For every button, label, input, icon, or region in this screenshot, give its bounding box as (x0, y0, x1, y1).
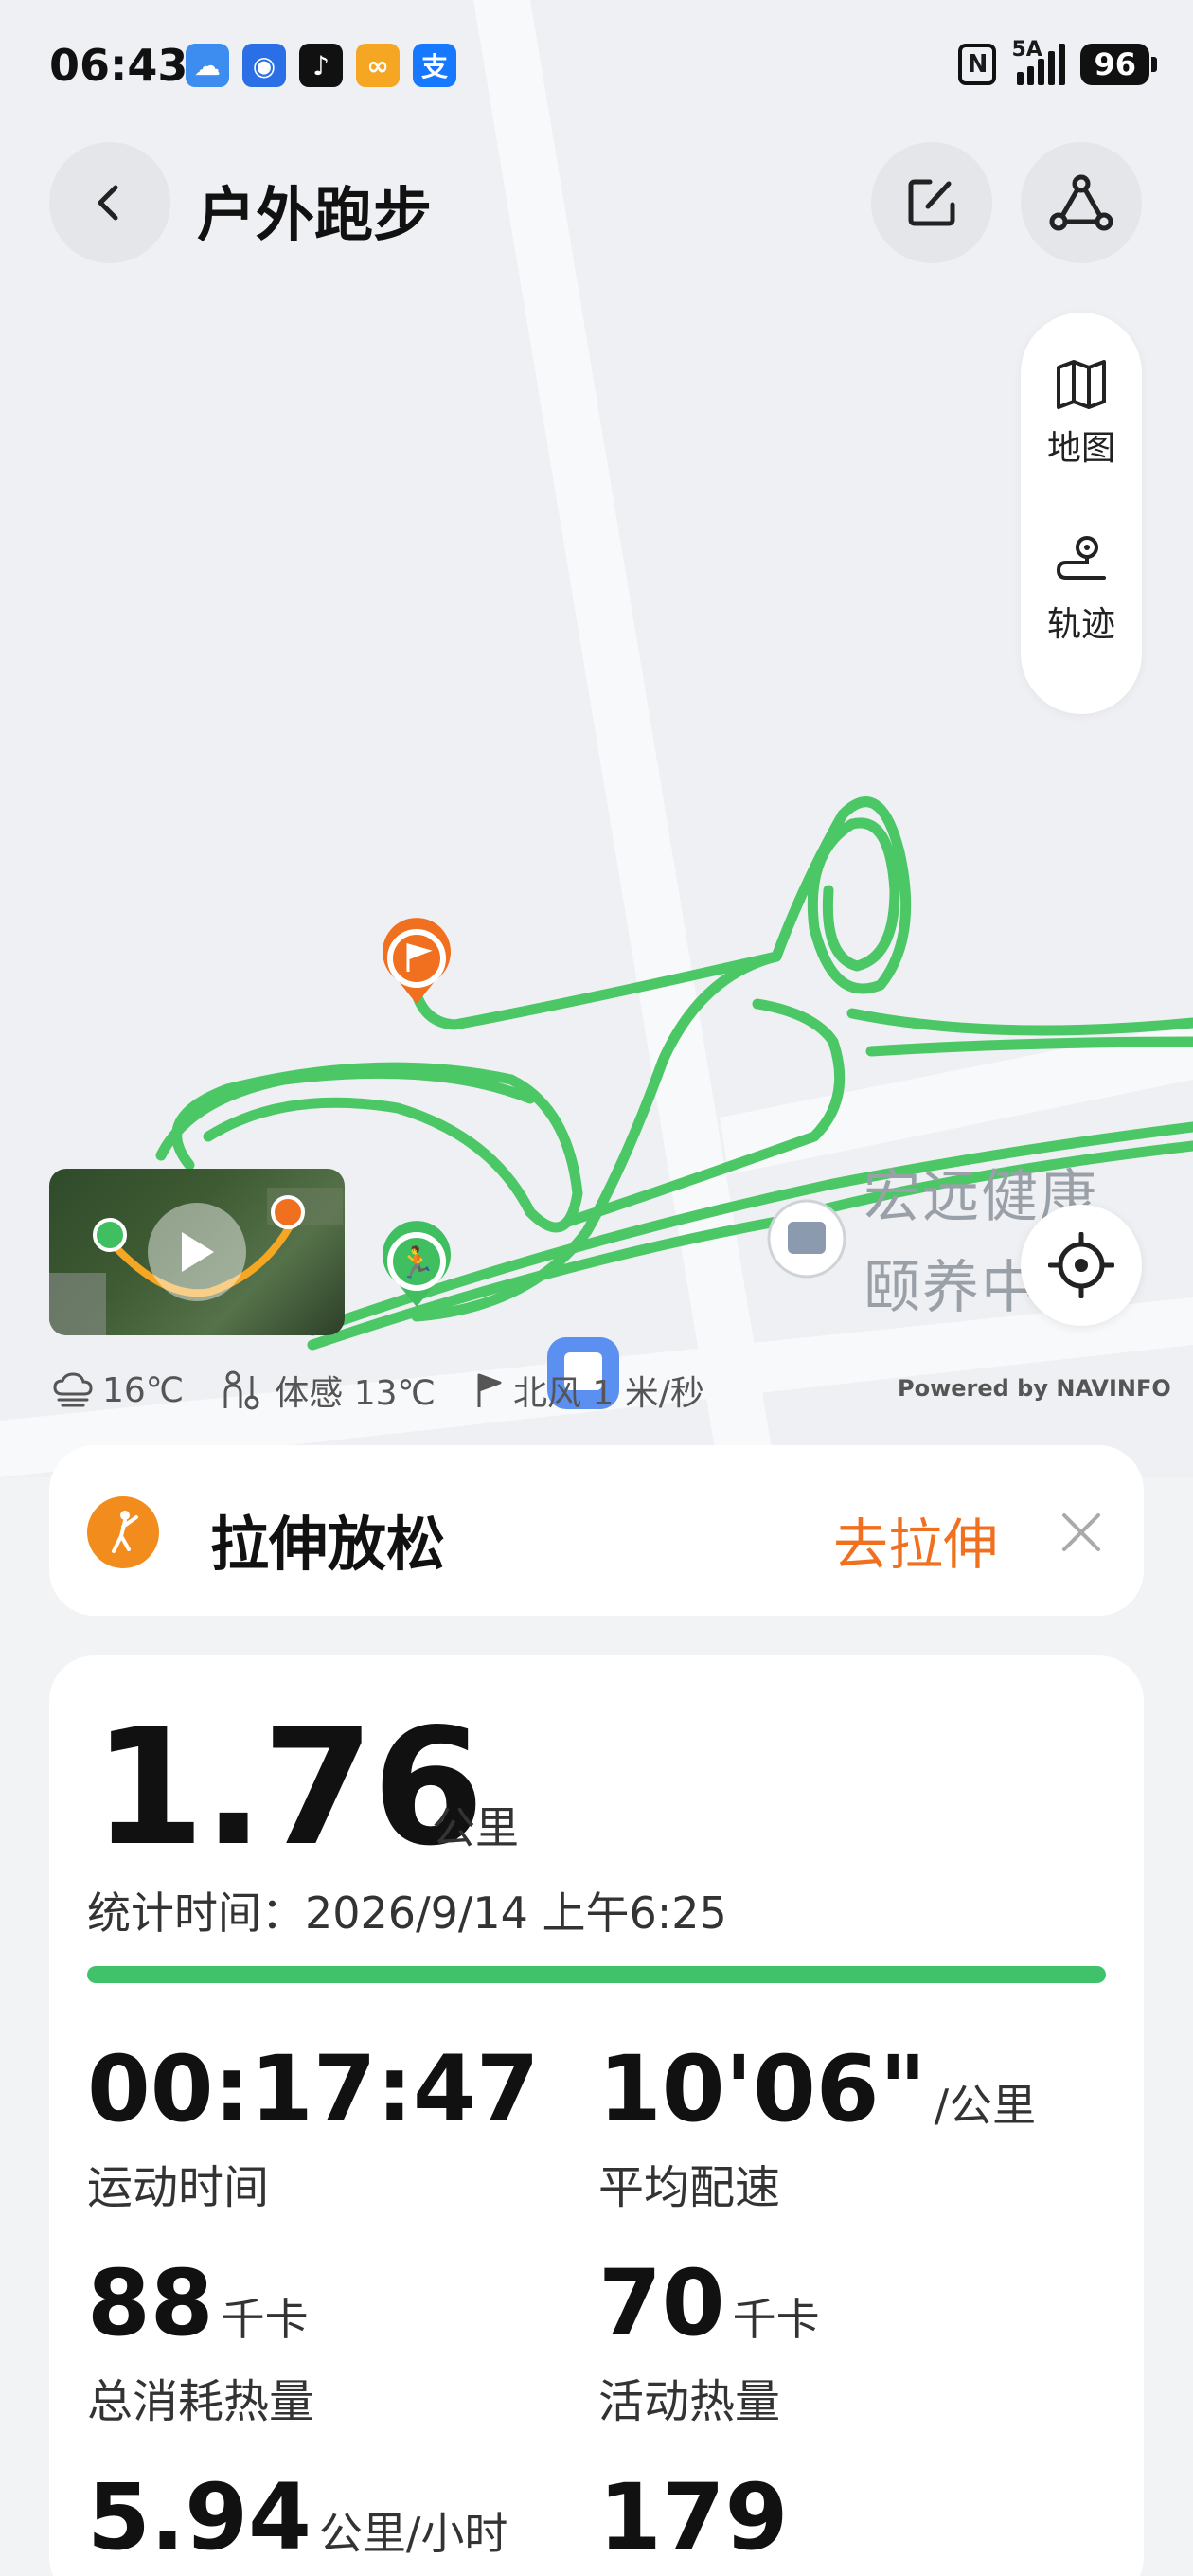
map-mode-panel: 地图 轨迹 (1021, 313, 1142, 714)
active-calories-value: 70 (598, 2250, 725, 2356)
health-app-icon: ∞ (356, 44, 400, 87)
close-icon[interactable] (1053, 1504, 1110, 1561)
svg-text:🏃: 🏃 (398, 1244, 436, 1280)
progress-fill (87, 1966, 1106, 1983)
map-mode-label: 地图 (1046, 429, 1115, 468)
pace-unit: /公里 (934, 2080, 1037, 2131)
network-type: 5A (1011, 38, 1042, 62)
route-replay-thumbnail[interactable] (49, 1169, 345, 1335)
record-time-value: 2026/9/14 上午6:25 (305, 1887, 727, 1939)
feels-like-icon (223, 1370, 259, 1410)
go-stretch-button[interactable]: 去拉伸 (833, 1500, 998, 1580)
nfc-icon: N (958, 44, 997, 85)
lightbulb-app-icon: ◉ (242, 44, 286, 87)
poi-icon (767, 1199, 846, 1279)
status-bar: 06:43 ☁ ◉ ♪ ∞ 支 N 5A 96 (0, 0, 1193, 133)
wind-flag-icon (477, 1373, 502, 1407)
tiktok-app-icon: ♪ (299, 44, 343, 87)
cloud-weather-icon (53, 1372, 93, 1407)
poi-label-line2: 颐养中 (864, 1255, 1040, 1321)
speed-unit: 公里/小时 (318, 2508, 508, 2559)
pace-value: 10'06" (598, 2036, 927, 2142)
start-marker: 🏃 (383, 1221, 452, 1307)
weather-info: 16℃ 体感 13℃ 北风 1 米/秒 (53, 1366, 704, 1415)
total-calories-metric: 88 千卡 总消耗热量 (87, 2256, 314, 2430)
record-time: 统计时间：2026/9/14 上午6:25 (87, 1879, 727, 1941)
total-calories-label: 总消耗热量 (87, 2375, 315, 2428)
stretch-icon (87, 1496, 159, 1568)
alipay-app-icon: 支 (413, 44, 456, 87)
edit-button[interactable] (871, 142, 992, 263)
duration-value: 00:17:47 (87, 2036, 540, 2142)
duration-label: 运动时间 (87, 2161, 270, 2214)
pace-label: 平均配速 (598, 2161, 781, 2214)
crosshair-icon (1048, 1232, 1114, 1298)
stretch-reminder-card[interactable]: 拉伸放松 去拉伸 (49, 1445, 1144, 1616)
map-attribution: Powered by NAVINFO (898, 1375, 1171, 1402)
weather-app-icon: ☁ (186, 44, 229, 87)
share-button[interactable] (1021, 142, 1142, 263)
track-icon (1056, 536, 1106, 580)
distance-unit: 公里 (432, 1802, 519, 1853)
active-calories-unit: 千卡 (732, 2294, 820, 2345)
total-calories-value: 88 (87, 2250, 214, 2356)
status-time: 06:43 (49, 40, 188, 91)
progress-bar (87, 1966, 1106, 1983)
cadence-metric: 179 (598, 2470, 788, 2565)
wind: 北风 1 米/秒 (512, 1374, 704, 1413)
route-share-icon (1049, 174, 1113, 231)
active-calories-metric: 70 千卡 活动热量 (598, 2256, 820, 2430)
back-button[interactable] (49, 142, 170, 263)
duration-metric: 00:17:47 运动时间 (87, 2042, 540, 2216)
temperature: 16℃ (102, 1370, 185, 1410)
finish-marker (383, 918, 452, 1004)
record-time-label: 统计时间： (87, 1887, 305, 1939)
speed-value: 5.94 (87, 2464, 312, 2570)
stretch-title: 拉伸放松 (210, 1510, 446, 1579)
play-button[interactable] (148, 1203, 246, 1301)
edit-icon (908, 179, 955, 226)
map-mode-button[interactable]: 地图 (1021, 356, 1142, 470)
page-title: 户外跑步 (197, 180, 433, 249)
cadence-value: 179 (598, 2464, 789, 2570)
speed-metric: 5.94 公里/小时 (87, 2470, 507, 2565)
back-arrow-icon (98, 185, 118, 221)
signal-icon: 5A (1011, 38, 1066, 85)
feels-like: 体感 13℃ (275, 1374, 436, 1413)
workout-stats-card: 1.76 公里 统计时间：2026/9/14 上午6:25 00:17:47 运… (49, 1655, 1144, 2576)
map-icon (1057, 360, 1106, 409)
status-right: N 5A 96 (958, 38, 1157, 85)
notification-icons: ☁ ◉ ♪ ∞ 支 (186, 44, 456, 87)
distance-value: 1.76 (93, 1694, 484, 1882)
total-calories-unit: 千卡 (221, 2294, 309, 2345)
pace-metric: 10'06"/公里 平均配速 (598, 2042, 1036, 2216)
battery-level: 96 (1094, 46, 1136, 82)
battery-indicator: 96 (1080, 44, 1157, 85)
track-mode-button[interactable]: 轨迹 (1021, 532, 1142, 646)
locate-button[interactable] (1021, 1205, 1142, 1326)
play-icon (182, 1232, 214, 1272)
track-mode-label: 轨迹 (1046, 605, 1115, 644)
active-calories-label: 活动热量 (598, 2375, 781, 2428)
